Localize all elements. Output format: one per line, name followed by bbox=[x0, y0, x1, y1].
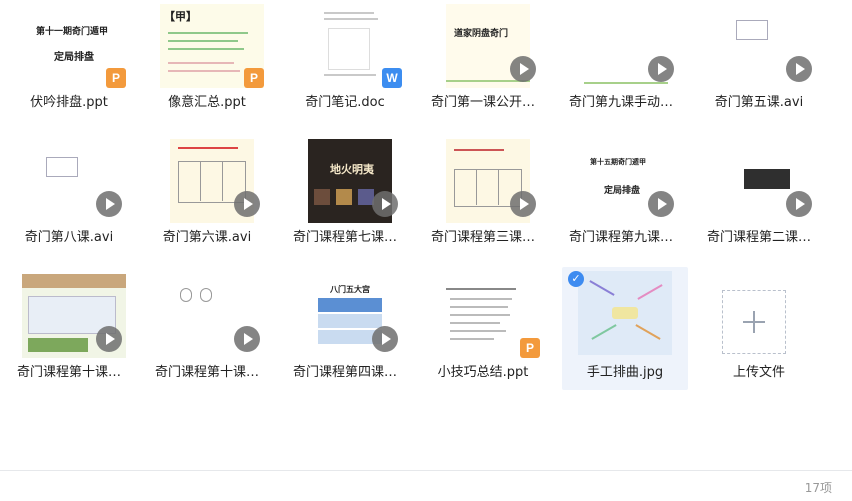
file-tile[interactable]: 奇门第六课.avi bbox=[138, 135, 276, 257]
play-icon bbox=[372, 326, 398, 352]
video-thumbnail bbox=[436, 139, 540, 223]
word-icon: W bbox=[382, 68, 402, 88]
play-icon bbox=[96, 326, 122, 352]
file-tile[interactable]: P 小技巧总结.ppt bbox=[414, 270, 552, 392]
video-thumbnail: 道家阴盘奇门 bbox=[436, 4, 540, 88]
file-tile[interactable]: 第十一期奇门遁甲 定局排盘 P 伏吟排盘.ppt bbox=[0, 0, 138, 122]
file-name[interactable]: 手工排曲.jpg bbox=[562, 361, 688, 380]
file-name[interactable]: 奇门课程第二课… bbox=[690, 226, 828, 245]
upload-label[interactable]: 上传文件 bbox=[690, 361, 828, 380]
play-icon bbox=[234, 191, 260, 217]
video-thumbnail bbox=[22, 274, 126, 358]
play-icon bbox=[786, 56, 812, 82]
file-name[interactable]: 奇门课程第七课… bbox=[276, 226, 414, 245]
file-name[interactable]: 奇门第九课手动… bbox=[552, 91, 690, 110]
file-tile-selected[interactable]: ✓ 手工排曲.jpg bbox=[562, 267, 688, 390]
video-thumbnail bbox=[160, 139, 264, 223]
video-thumbnail: 第十五期奇门遁甲 定局排盘 bbox=[574, 139, 678, 223]
thumbnail-text: 定局排盘 bbox=[604, 186, 641, 196]
file-name[interactable]: 奇门课程第四课… bbox=[276, 361, 414, 380]
play-icon bbox=[234, 326, 260, 352]
file-tile[interactable]: 第十五期奇门遁甲 定局排盘 奇门课程第九课… bbox=[552, 135, 690, 257]
file-tile[interactable]: 八门五大宫 奇门课程第四课… bbox=[276, 270, 414, 392]
image-thumbnail bbox=[578, 271, 672, 355]
file-tile[interactable]: 奇门课程第三课… bbox=[414, 135, 552, 257]
ppt-icon: P bbox=[244, 68, 264, 88]
thumbnail-text: 第十五期奇门遁甲 bbox=[590, 157, 646, 166]
play-icon bbox=[648, 191, 674, 217]
thumbnail-text: 第十一期奇门遁甲 bbox=[36, 27, 109, 37]
file-name[interactable]: 像意汇总.ppt bbox=[138, 91, 276, 110]
file-grid: 第十一期奇门遁甲 定局排盘 P 伏吟排盘.ppt 【甲】 P 像意汇总.ppt … bbox=[0, 0, 852, 470]
thumbnail-text: 【甲】 bbox=[164, 10, 197, 23]
ppt-icon: P bbox=[520, 338, 540, 358]
file-tile[interactable]: 【甲】 P 像意汇总.ppt bbox=[138, 0, 276, 122]
file-tile[interactable]: W 奇门笔记.doc bbox=[276, 0, 414, 122]
file-name[interactable]: 奇门第五课.avi bbox=[690, 91, 828, 110]
file-name[interactable]: 奇门课程第十课… bbox=[138, 361, 276, 380]
video-thumbnail bbox=[712, 4, 816, 88]
play-icon bbox=[96, 191, 122, 217]
file-tile[interactable]: 奇门第五课.avi bbox=[690, 0, 828, 122]
upload-tile[interactable]: 上传文件 bbox=[690, 270, 828, 392]
ppt-thumbnail: 【甲】 P bbox=[160, 4, 264, 88]
file-name[interactable]: 奇门第八课.avi bbox=[0, 226, 138, 245]
file-name[interactable]: 奇门课程第十课… bbox=[0, 361, 138, 380]
play-icon bbox=[510, 191, 536, 217]
video-thumbnail: 地火明夷 bbox=[298, 139, 402, 223]
file-name[interactable]: 小技巧总结.ppt bbox=[414, 361, 552, 380]
play-icon bbox=[510, 56, 536, 82]
check-icon[interactable]: ✓ bbox=[568, 271, 584, 287]
play-icon bbox=[648, 56, 674, 82]
video-thumbnail: 八门五大宫 bbox=[298, 274, 402, 358]
file-tile[interactable]: 奇门课程第二课… bbox=[690, 135, 828, 257]
ppt-icon: P bbox=[106, 68, 126, 88]
file-name[interactable]: 奇门笔记.doc bbox=[276, 91, 414, 110]
video-thumbnail bbox=[22, 139, 126, 223]
file-tile[interactable]: 奇门第八课.avi bbox=[0, 135, 138, 257]
file-tile[interactable]: 地火明夷 奇门课程第七课… bbox=[276, 135, 414, 257]
video-thumbnail bbox=[712, 139, 816, 223]
ppt-thumbnail: 第十一期奇门遁甲 定局排盘 P bbox=[22, 4, 126, 88]
plus-icon[interactable] bbox=[722, 290, 786, 354]
status-bar: 17项 bbox=[0, 470, 852, 501]
thumbnail-text: 八门五大宫 bbox=[330, 284, 370, 294]
file-name[interactable]: 奇门课程第三课… bbox=[414, 226, 552, 245]
file-tile[interactable]: 道家阴盘奇门 奇门第一课公开… bbox=[414, 0, 552, 122]
file-name[interactable]: 伏吟排盘.ppt bbox=[0, 91, 138, 110]
doc-thumbnail: W bbox=[298, 4, 402, 88]
file-name[interactable]: 奇门第一课公开… bbox=[414, 91, 552, 110]
file-name[interactable]: 奇门课程第九课… bbox=[552, 226, 690, 245]
ppt-thumbnail: P bbox=[436, 274, 540, 358]
file-tile[interactable]: 奇门第九课手动… bbox=[552, 0, 690, 122]
item-count: 17项 bbox=[804, 481, 832, 495]
video-thumbnail bbox=[160, 274, 264, 358]
thumbnail-text: 地火明夷 bbox=[330, 163, 374, 176]
video-thumbnail bbox=[574, 4, 678, 88]
play-icon bbox=[372, 191, 398, 217]
file-tile[interactable]: 奇门课程第十课… bbox=[138, 270, 276, 392]
thumbnail-text: 道家阴盘奇门 bbox=[454, 29, 509, 39]
thumbnail-text: 定局排盘 bbox=[54, 52, 94, 63]
file-name[interactable]: 奇门第六课.avi bbox=[138, 226, 276, 245]
file-tile[interactable]: 奇门课程第十课… bbox=[0, 270, 138, 392]
play-icon bbox=[786, 191, 812, 217]
